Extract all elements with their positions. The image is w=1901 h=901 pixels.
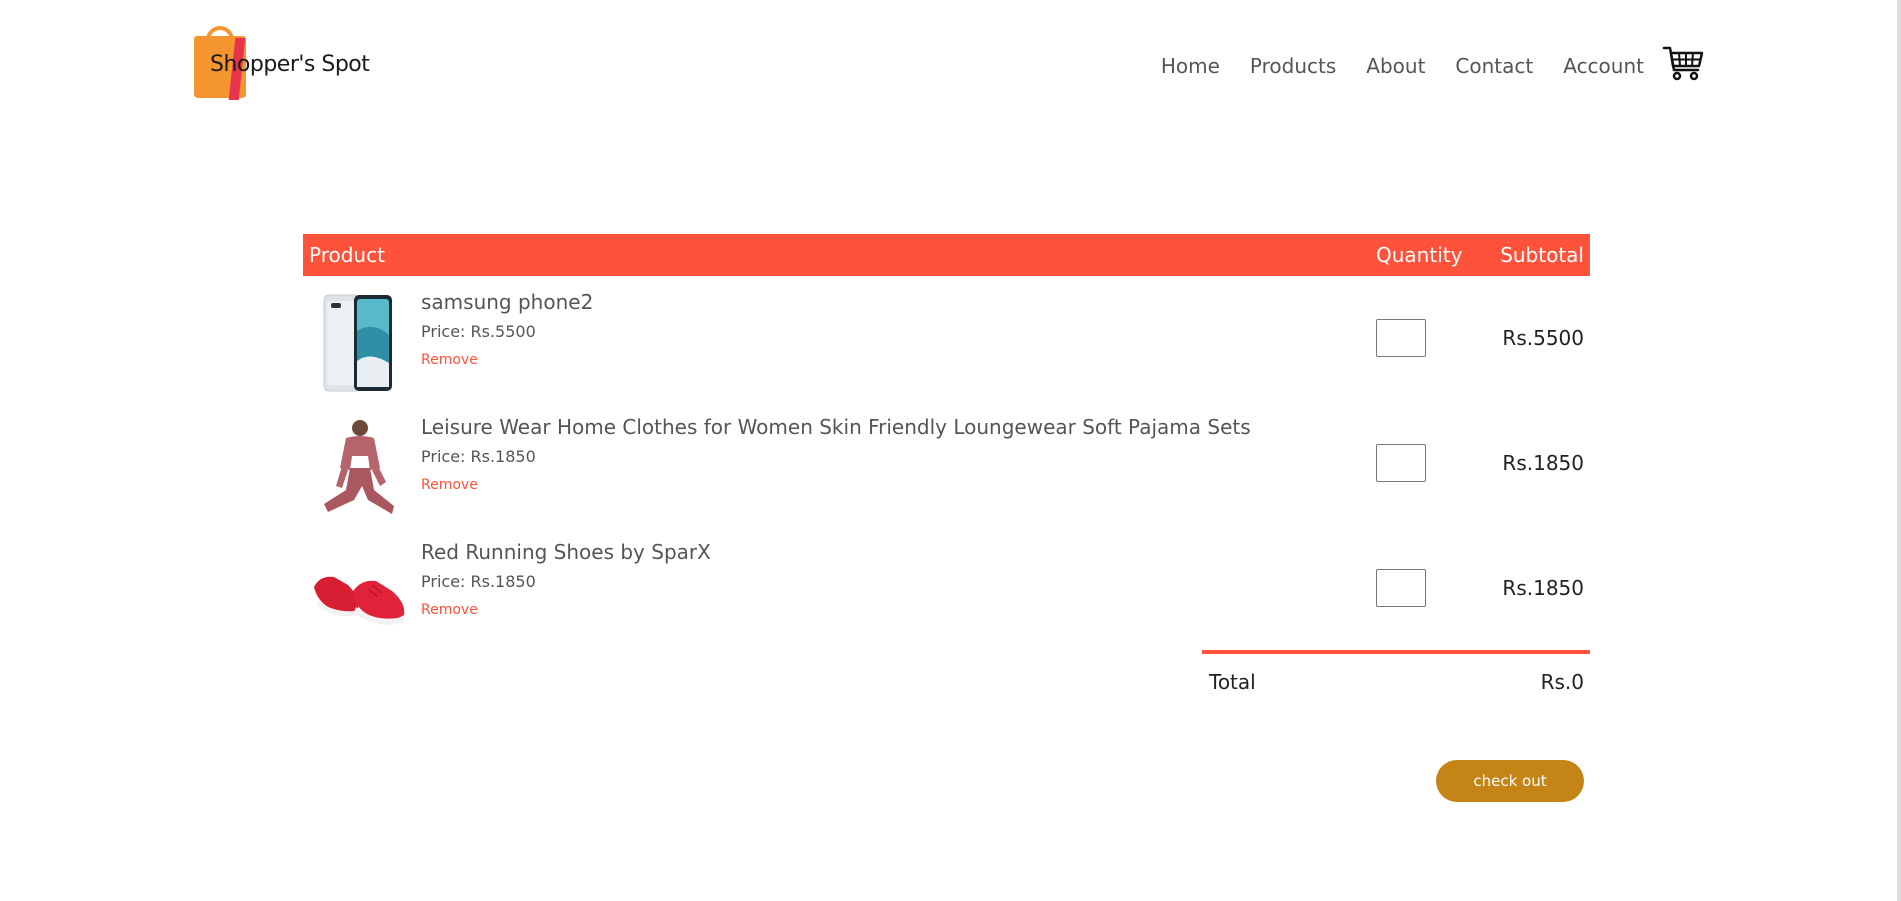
total-box: Total Rs.0 [1202,650,1590,702]
checkout-button[interactable]: check out [1436,760,1584,802]
header-product: Product [309,243,385,267]
red-shoes-image [314,576,405,625]
item-price: Price: Rs.5500 [421,322,536,341]
pajama-set-image [324,420,394,514]
item-subtotal: Rs.1850 [1502,576,1584,600]
nav-account[interactable]: Account [1563,54,1644,78]
nav-links: Home Products About Contact Account [1161,54,1644,78]
header-quantity: Quantity [1376,243,1463,267]
quantity-input[interactable] [1376,319,1426,357]
total-label: Total [1209,670,1256,694]
nav-contact[interactable]: Contact [1455,54,1533,78]
logo-text: Shopper's Spot [210,52,370,77]
item-name[interactable]: Red Running Shoes by SparX [421,540,711,564]
remove-link[interactable]: Remove [421,602,478,618]
nav-about[interactable]: About [1366,54,1425,78]
cart-row: Leisure Wear Home Clothes for Women Skin… [303,401,1590,526]
cart-page: Shopper's Spot Home Products About Conta… [0,0,1901,901]
nav-home[interactable]: Home [1161,54,1220,78]
item-subtotal: Rs.1850 [1502,451,1584,475]
cart-header: Product Quantity Subtotal [303,234,1590,276]
cart-row: Red Running Shoes by SparX Price: Rs.185… [303,526,1590,651]
item-subtotal: Rs.5500 [1502,326,1584,350]
header-subtotal: Subtotal [1500,243,1584,267]
item-name[interactable]: samsung phone2 [421,290,593,314]
item-price: Price: Rs.1850 [421,447,536,466]
phone-image [323,294,392,392]
quantity-input[interactable] [1376,444,1426,482]
remove-link[interactable]: Remove [421,477,478,493]
nav-products[interactable]: Products [1250,54,1336,78]
scrollbar[interactable] [1897,0,1901,901]
cart-table: Product Quantity Subtotal samsung phone2… [303,234,1590,651]
navbar: Shopper's Spot Home Products About Conta… [192,26,1704,102]
cart-row: samsung phone2 Price: Rs.5500 Remove Rs.… [303,276,1590,401]
quantity-input[interactable] [1376,569,1426,607]
item-price: Price: Rs.1850 [421,572,536,591]
remove-link[interactable]: Remove [421,352,478,368]
logo[interactable]: Shopper's Spot [192,26,380,100]
cart-icon[interactable] [1662,44,1704,82]
total-value: Rs.0 [1540,670,1584,694]
item-name[interactable]: Leisure Wear Home Clothes for Women Skin… [421,415,1251,439]
